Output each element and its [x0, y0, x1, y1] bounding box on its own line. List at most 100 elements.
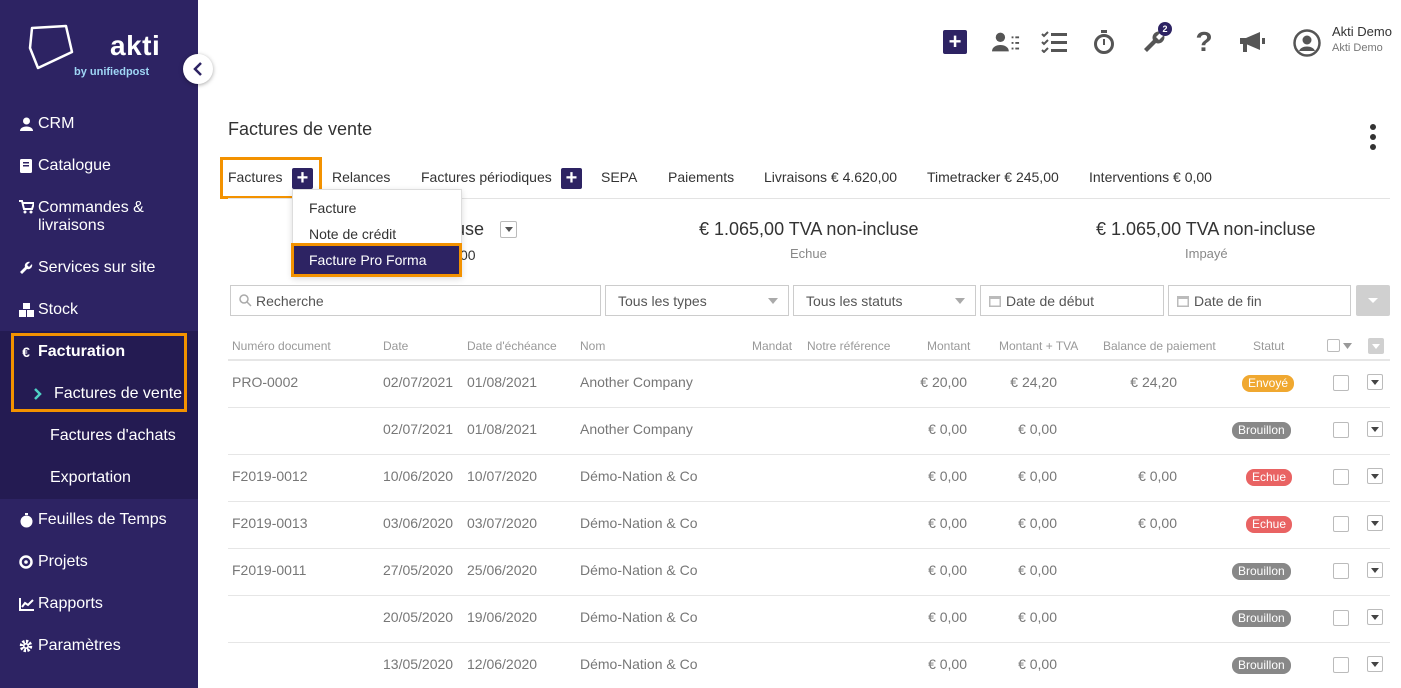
sidebar-item-orders[interactable]: Commandes & livraisons	[0, 196, 198, 240]
row-actions-button[interactable]	[1367, 609, 1383, 625]
cell-document-number[interactable]: F2019-0013	[232, 515, 308, 531]
tab-sepa[interactable]: SEPA	[601, 169, 637, 185]
status-badge: Brouillon	[1232, 563, 1291, 580]
row-checkbox[interactable]	[1333, 610, 1349, 626]
tools-button[interactable]: 2	[1140, 22, 1172, 56]
sidebar-item-settings[interactable]: Paramètres	[0, 625, 198, 667]
cell-name[interactable]: Démo-Nation & Co	[580, 562, 698, 578]
cell-name[interactable]: Démo-Nation & Co	[580, 656, 698, 672]
sidebar-item-reports[interactable]: Rapports	[0, 583, 198, 625]
cell-document-number[interactable]: F2019-0011	[232, 562, 306, 578]
row-actions-button[interactable]	[1367, 421, 1383, 437]
row-checkbox[interactable]	[1333, 422, 1349, 438]
kebab-dot	[1370, 124, 1376, 130]
sidebar-item-catalogue[interactable]: Catalogue	[0, 145, 198, 187]
dropdown-item-credit-note[interactable]: Note de crédit	[309, 226, 396, 242]
dropdown-item-invoice[interactable]: Facture	[309, 200, 356, 216]
tab-payments[interactable]: Paiements	[668, 169, 734, 185]
target-icon	[18, 555, 34, 569]
column-header-amount-vat[interactable]: Montant + TVA	[999, 339, 1078, 353]
tab-timetracker[interactable]: Timetracker € 245,00	[927, 169, 1059, 185]
billing-highlight-box	[11, 333, 187, 412]
cell-name[interactable]: Another Company	[580, 421, 693, 437]
sidebar-item-stock[interactable]: Stock	[0, 289, 198, 331]
cell-name[interactable]: Démo-Nation & Co	[580, 609, 698, 625]
sidebar-item-timesheets[interactable]: Feuilles de Temps	[0, 499, 198, 541]
tab-deliveries[interactable]: Livraisons € 4.620,00	[764, 169, 897, 185]
user-name[interactable]: Akti Demo	[1332, 24, 1392, 39]
cell-amount-vat: € 0,00	[1018, 562, 1057, 578]
column-header-our-reference[interactable]: Notre référence	[807, 339, 890, 353]
tab-reminders[interactable]: Relances	[332, 169, 390, 185]
search-icon	[239, 294, 252, 307]
tasks-button[interactable]	[1040, 28, 1068, 56]
column-header-payment-balance[interactable]: Balance de paiement	[1103, 339, 1216, 353]
column-header-amount[interactable]: Montant	[927, 339, 970, 353]
column-header-status[interactable]: Statut	[1253, 339, 1284, 353]
summary-overdue-label: Echue	[790, 246, 827, 261]
sidebar-item-projects[interactable]: Projets	[0, 541, 198, 583]
sidebar-collapse-button[interactable]	[183, 54, 213, 84]
sidebar-item-crm[interactable]: CRM	[0, 103, 198, 145]
select-all-checkbox[interactable]	[1327, 339, 1340, 352]
cell-date: 13/05/2020	[383, 656, 454, 672]
end-date-input[interactable]: Date de fin	[1168, 285, 1351, 316]
cell-document-number[interactable]: PRO-0002	[232, 374, 298, 390]
row-checkbox[interactable]	[1333, 657, 1349, 673]
cell-document-number[interactable]: F2019-0012	[232, 468, 308, 484]
status-select[interactable]: Tous les statuts	[793, 285, 976, 316]
row-actions-button[interactable]	[1367, 468, 1383, 484]
row-actions-button[interactable]	[1367, 562, 1383, 578]
row-actions-button[interactable]	[1367, 515, 1383, 531]
chart-icon	[18, 597, 34, 611]
row-actions-button[interactable]	[1367, 374, 1383, 390]
akti-logo-icon	[28, 24, 74, 70]
start-date-input[interactable]: Date de début	[980, 285, 1164, 316]
chevron-left-icon	[193, 62, 202, 76]
cell-amount: € 0,00	[928, 515, 967, 531]
timer-button[interactable]	[1090, 28, 1118, 56]
filter-options-button[interactable]	[1356, 285, 1390, 316]
sidebar-item-onsite-services[interactable]: Services sur site	[0, 247, 198, 289]
user-avatar[interactable]	[1292, 28, 1322, 58]
quick-add-button[interactable]: +	[941, 28, 969, 56]
status-badge: Brouillon	[1232, 657, 1291, 674]
brand-name: akti	[110, 30, 161, 61]
column-header-date[interactable]: Date	[383, 339, 408, 353]
row-checkbox[interactable]	[1333, 375, 1349, 391]
sidebar-subitem-export[interactable]: Exportation	[50, 469, 131, 487]
column-header-due-date[interactable]: Date d'échéance	[467, 339, 557, 353]
cell-name[interactable]: Another Company	[580, 374, 693, 390]
cell-amount-vat: € 0,00	[1018, 421, 1057, 437]
row-actions-button[interactable]	[1367, 656, 1383, 672]
column-header-document-number[interactable]: Numéro document	[232, 339, 331, 353]
book-icon	[18, 159, 34, 173]
caret-down-icon[interactable]	[1343, 343, 1352, 349]
end-date-placeholder: Date de fin	[1194, 292, 1262, 309]
help-button[interactable]: ?	[1190, 26, 1218, 57]
row-checkbox[interactable]	[1333, 563, 1349, 579]
type-select[interactable]: Tous les types	[605, 285, 789, 316]
bulk-actions-button[interactable]	[1368, 338, 1384, 354]
announcements-button[interactable]	[1238, 28, 1266, 56]
contacts-list-button[interactable]	[992, 28, 1020, 56]
search-placeholder: Recherche	[256, 292, 324, 309]
search-input[interactable]: Recherche	[230, 285, 601, 316]
kebab-dot	[1370, 134, 1376, 140]
cell-due-date: 10/07/2020	[467, 468, 538, 484]
caret-down-icon	[504, 227, 513, 232]
tab-interventions[interactable]: Interventions € 0,00	[1089, 169, 1212, 185]
row-checkbox[interactable]	[1333, 469, 1349, 485]
column-header-mandate[interactable]: Mandat	[752, 339, 792, 353]
cell-name[interactable]: Démo-Nation & Co	[580, 515, 698, 531]
add-recurring-invoice-button[interactable]: +	[561, 168, 582, 189]
row-checkbox[interactable]	[1333, 516, 1349, 532]
plus-icon: +	[943, 30, 967, 54]
row-divider	[228, 407, 1390, 408]
sidebar-subitem-purchase-invoices[interactable]: Factures d'achats	[50, 427, 176, 445]
more-options-button[interactable]	[1366, 124, 1380, 150]
tab-recurring-invoices[interactable]: Factures périodiques	[421, 169, 552, 185]
column-header-name[interactable]: Nom	[580, 339, 605, 353]
cell-name[interactable]: Démo-Nation & Co	[580, 468, 698, 484]
summary-toggle-button[interactable]	[500, 221, 517, 238]
